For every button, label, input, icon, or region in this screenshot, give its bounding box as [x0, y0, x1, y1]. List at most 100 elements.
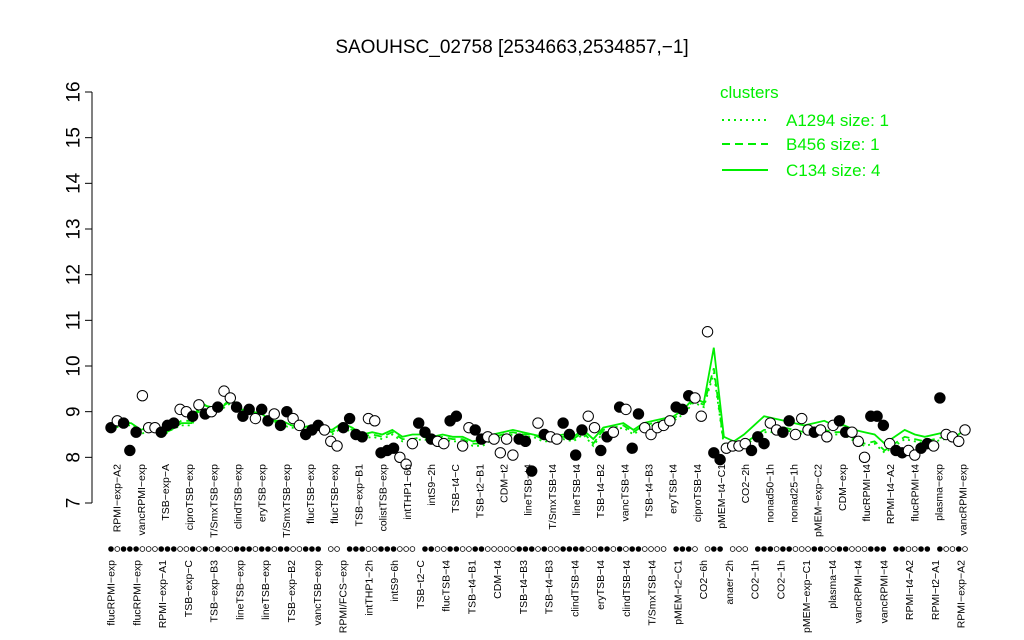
rug-marker	[962, 546, 968, 552]
rug-marker	[114, 546, 121, 552]
rug-marker	[899, 546, 906, 552]
rug-marker	[196, 546, 202, 552]
data-point	[758, 437, 770, 450]
data-point	[620, 403, 632, 416]
data-points	[105, 326, 971, 477]
category-label: TSB−t4−B2	[595, 464, 607, 518]
rug-marker	[736, 546, 742, 552]
data-point	[318, 424, 331, 436]
rug-marker	[309, 546, 315, 552]
data-point	[576, 424, 588, 436]
category-label: nonad25−1h	[788, 464, 800, 523]
category-label: CDM−t4	[492, 560, 504, 599]
rug-marker	[849, 546, 855, 552]
data-point	[695, 410, 707, 422]
data-point	[274, 419, 287, 432]
rug-marker	[805, 546, 811, 552]
rug-marker	[817, 546, 824, 552]
category-label: TSB−t2−C	[415, 560, 427, 609]
data-point	[588, 421, 601, 434]
data-point	[124, 444, 136, 457]
category-label: clindTSB−t4	[569, 560, 581, 617]
category-label: flucRPMI−exp	[131, 560, 143, 626]
rug-marker	[315, 546, 322, 552]
rug-marker	[842, 546, 849, 552]
rug-marker	[610, 546, 617, 552]
rug-marker	[214, 546, 221, 552]
data-point	[777, 426, 789, 438]
rug-marker	[949, 546, 956, 552]
category-label: RPMI−exp−A1	[157, 560, 169, 628]
rug-marker	[522, 546, 529, 552]
rug-marker	[359, 546, 365, 552]
legend-title: clusters	[720, 83, 779, 102]
category-label: vancTSB−exp	[312, 560, 324, 626]
category-label: TSB−t4−B1	[466, 560, 478, 614]
rug-marker	[635, 546, 642, 552]
rug-marker	[767, 546, 774, 552]
rug-marker	[623, 546, 629, 552]
rug-marker	[560, 546, 566, 552]
data-point	[450, 410, 463, 422]
series-lines	[110, 347, 966, 454]
rug-marker	[893, 546, 899, 552]
rug-marker	[472, 546, 479, 552]
data-point	[927, 440, 940, 452]
data-point	[369, 415, 381, 427]
data-point	[934, 392, 946, 404]
data-point	[256, 403, 268, 416]
category-label: T/SmxTSB−exp	[208, 464, 220, 538]
rug-marker	[422, 546, 428, 552]
category-label: flucTSB−t4	[440, 560, 452, 612]
y-tick-label: 15	[64, 127, 85, 148]
category-label: flucTSB−exp	[305, 464, 317, 524]
category-label: intTHP1−6h	[402, 464, 414, 520]
rug-marker	[403, 546, 409, 552]
rug-marker	[742, 546, 749, 552]
rug-marker	[629, 546, 635, 552]
category-label: eryTSB−exp	[257, 464, 269, 522]
category-label: T/SmxTSB−t4	[647, 560, 659, 626]
data-point	[500, 433, 513, 445]
rug-marker	[478, 546, 485, 552]
rug-marker	[491, 546, 497, 552]
rug-marker	[327, 546, 334, 552]
y-tick-label: 10	[64, 355, 85, 376]
category-label: plasma−t4	[827, 560, 839, 609]
rug-marker	[924, 546, 931, 552]
category-label: TSB−t4−B3	[643, 464, 655, 518]
category-label: lineTSB−t4	[523, 464, 535, 516]
data-point	[532, 417, 544, 429]
category-label: vancTSB−t4	[619, 464, 631, 522]
rug-marker	[302, 546, 309, 552]
rug-marker	[673, 546, 679, 552]
rug-marker	[453, 546, 460, 552]
data-point	[789, 428, 802, 441]
rug-marker	[711, 546, 717, 552]
category-label: intTHP1−2h	[363, 560, 375, 616]
rug-marker	[955, 546, 962, 552]
data-point	[507, 449, 519, 461]
rug-marker	[447, 546, 453, 552]
category-label: TSB−t4−B3	[518, 560, 530, 614]
rug-marker	[786, 546, 792, 552]
y-tick-label: 12	[64, 264, 85, 285]
rug-marker	[177, 546, 183, 552]
rug-marker	[585, 546, 592, 552]
rug-marker	[466, 546, 472, 552]
category-label: RPMI−t2−A1	[930, 560, 942, 620]
rug-marker	[572, 546, 579, 552]
category-label: flucRPMI−exp	[106, 560, 118, 626]
rug-marker	[384, 546, 391, 552]
rug-marker	[597, 546, 604, 552]
category-label: CO2−6h	[698, 560, 710, 600]
data-point	[607, 426, 620, 438]
y-tick-label: 7	[64, 498, 85, 509]
y-tick-label: 13	[64, 218, 85, 239]
rug-marker	[780, 546, 786, 552]
chart: SAOUHSC_02758 [2534663,2534857,−1] 7 8 9 10…	[64, 37, 971, 633]
rug-marker	[868, 546, 874, 552]
rug-marker	[773, 546, 780, 552]
data-point	[833, 415, 846, 427]
data-point	[821, 431, 833, 443]
